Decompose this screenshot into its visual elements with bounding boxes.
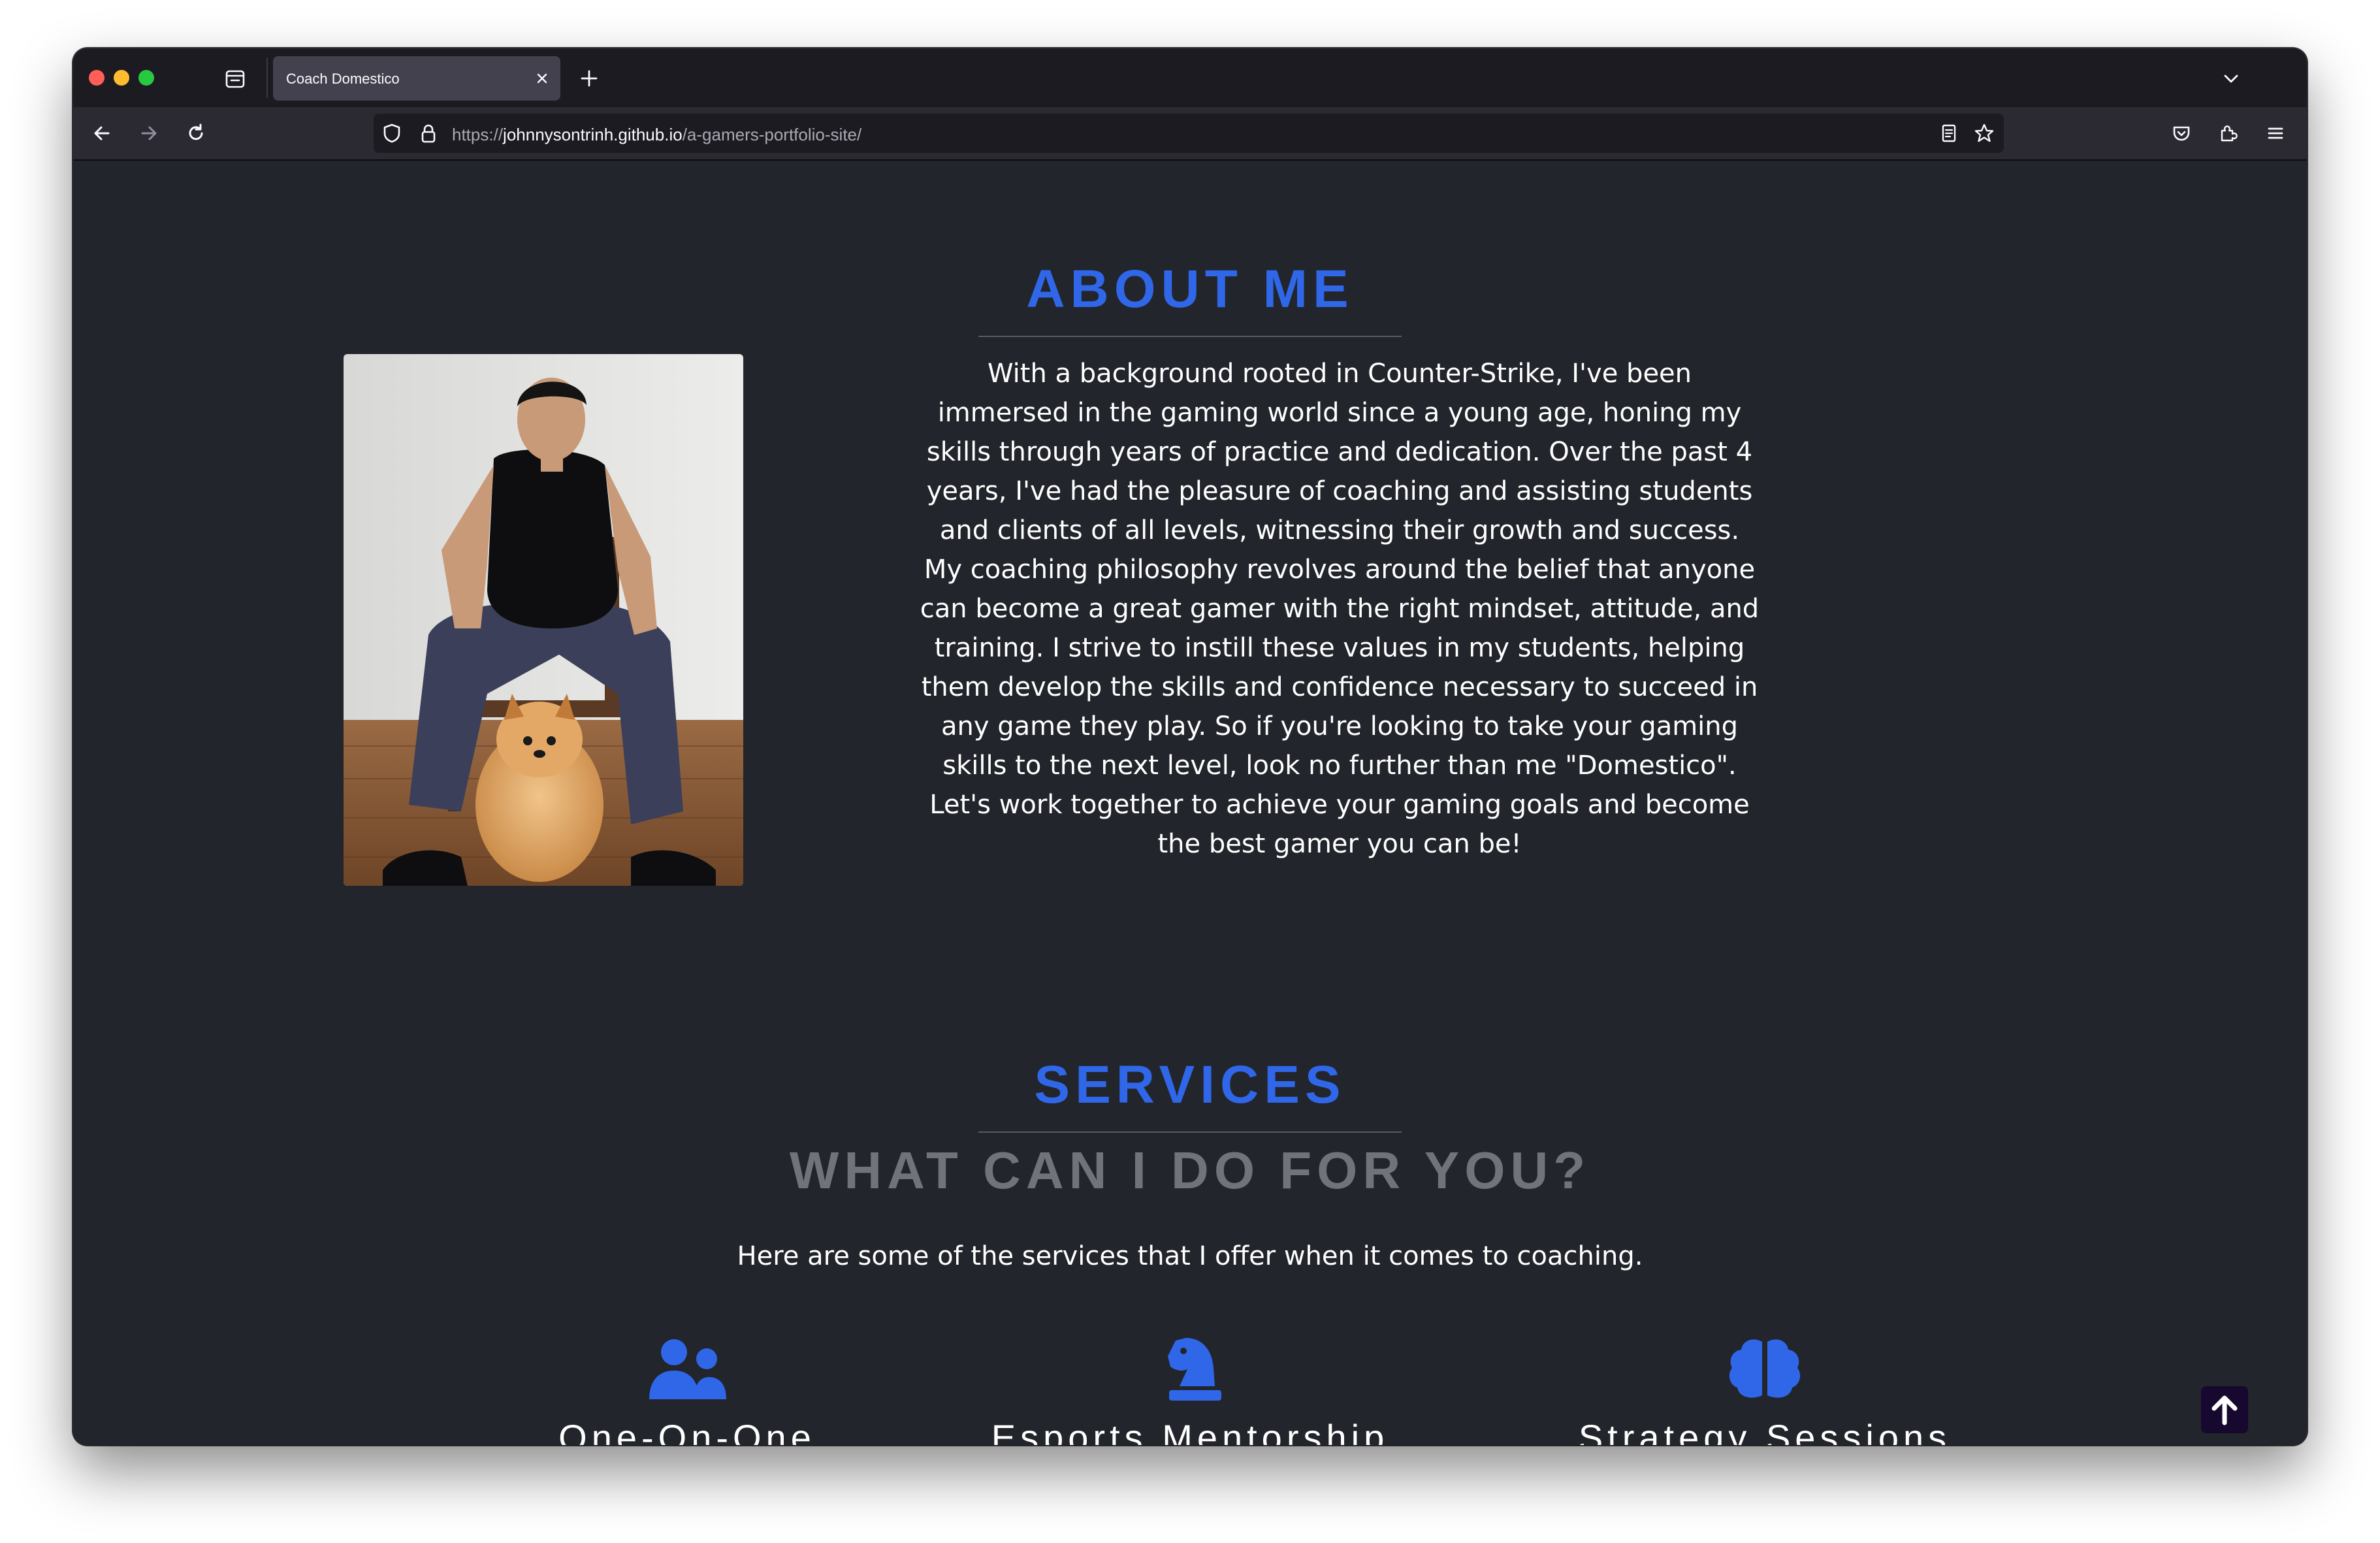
tab-coach-domestico[interactable]: Coach Domestico (273, 56, 560, 101)
tab-bar: Coach Domestico (73, 48, 2307, 107)
maximize-window-button[interactable] (138, 70, 154, 86)
users-icon (649, 1339, 726, 1399)
about-title: ABOUT ME (1026, 259, 1354, 319)
url-path: /a-gamers-portfolio-site/ (682, 125, 862, 144)
service-strategy-sessions: Strategy Sessions (1471, 1337, 2059, 1445)
url-text[interactable]: https://johnnysontrinh.github.io/a-gamer… (452, 125, 861, 145)
back-arrow-icon[interactable] (89, 120, 115, 146)
arrow-up-icon (2211, 1395, 2238, 1425)
coach-portrait-photo (344, 354, 743, 886)
tab-separator (266, 57, 268, 98)
browser-window: Coach Domestico https://johnnysontrinh.g… (73, 48, 2307, 1445)
back-to-top-button[interactable] (2201, 1386, 2248, 1433)
services-description: Here are some of the services that I off… (737, 1241, 1643, 1271)
bookmark-star-icon[interactable] (1971, 120, 1997, 146)
lock-icon[interactable] (415, 120, 442, 146)
navigation-bar: https://johnnysontrinh.github.io/a-gamer… (73, 107, 2307, 161)
new-tab-icon[interactable] (577, 67, 601, 90)
reader-view-icon[interactable] (1936, 120, 1962, 146)
extensions-icon[interactable] (2215, 120, 2242, 146)
shield-icon[interactable] (379, 120, 405, 146)
services-title-divider (978, 1131, 1402, 1133)
chess-knight-icon (1168, 1338, 1221, 1401)
pocket-icon[interactable] (2168, 120, 2195, 146)
service-title: One-On-One (558, 1417, 816, 1445)
service-title: Esports Mentorship (991, 1417, 1389, 1445)
chevron-down-icon[interactable] (2221, 68, 2242, 89)
url-host: johnnysontrinh.github.io (503, 125, 683, 144)
reload-icon[interactable] (183, 120, 209, 146)
forward-arrow-icon[interactable] (136, 120, 162, 146)
about-title-divider (978, 336, 1402, 337)
service-esports-mentorship: Esports Mentorship (896, 1337, 1484, 1445)
close-window-button[interactable] (89, 70, 105, 86)
url-scheme: https:// (452, 125, 504, 144)
about-paragraph: With a background rooted in Counter-Stri… (920, 359, 1760, 859)
services-title: SERVICES (1034, 1055, 1346, 1114)
page-content: ABOUT ME With a background rooted in Cou… (73, 161, 2307, 1445)
close-tab-icon[interactable] (533, 69, 551, 88)
service-title: Strategy Sessions (1578, 1417, 1952, 1445)
tab-title: Coach Domestico (286, 71, 400, 87)
services-subtitle: WHAT CAN I DO FOR YOU? (789, 1141, 1591, 1199)
url-bar[interactable]: https://johnnysontrinh.github.io/a-gamer… (374, 114, 2004, 153)
menu-icon[interactable] (2262, 120, 2289, 146)
service-one-on-one: One-On-One (393, 1337, 981, 1445)
brain-icon (1729, 1339, 1801, 1398)
minimize-window-button[interactable] (114, 70, 129, 86)
tab-overview-icon[interactable] (222, 65, 248, 91)
